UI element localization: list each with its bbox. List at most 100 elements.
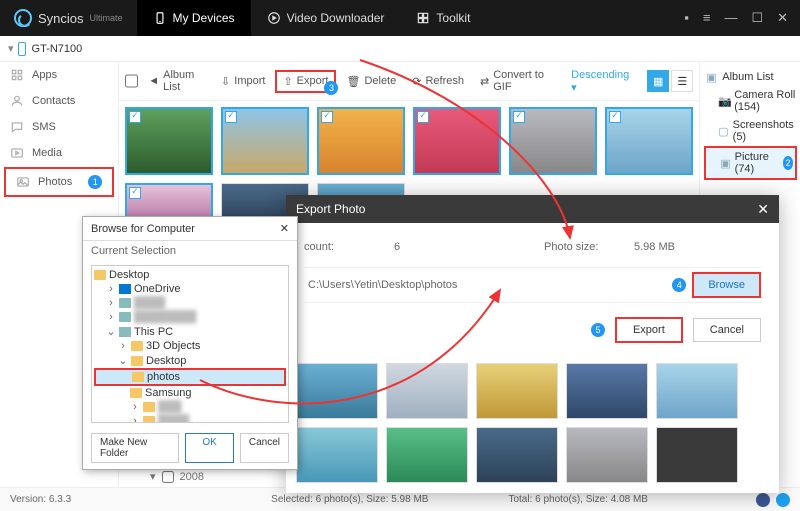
album-picture[interactable]: ▣ Picture (74) 2 — [704, 146, 797, 180]
expand-icon[interactable]: › — [106, 283, 116, 295]
photo-thumbnail[interactable] — [566, 363, 648, 419]
expand-icon[interactable]: › — [130, 415, 140, 423]
menu-icon[interactable]: ≡ — [703, 10, 711, 26]
view-toggles: ▦ ☰ — [647, 70, 693, 92]
folder-icon — [132, 372, 144, 382]
expand-icon[interactable]: › — [106, 297, 116, 309]
tree-photos[interactable]: photos — [94, 368, 286, 386]
album-list-button[interactable]: ◄Album List — [142, 66, 211, 96]
collapse-icon[interactable]: ⌄ — [106, 325, 116, 338]
album-list-header[interactable]: ▣ Album List — [704, 68, 797, 86]
expand-icon[interactable]: › — [130, 401, 140, 413]
browse-dialog: Browse for Computer ✕ Current Selection … — [82, 216, 298, 470]
export-path: C:\Users\Yetin\Desktop\photos — [304, 275, 666, 295]
apps-icon — [10, 68, 24, 82]
photo-thumbnail[interactable] — [125, 107, 213, 175]
browse-button[interactable]: Browse — [692, 272, 761, 298]
window-controls: ▪ ≡ — ☐ ✕ — [672, 10, 800, 26]
tree-3d-objects[interactable]: ›3D Objects — [94, 339, 286, 353]
photo-thumbnail[interactable] — [476, 427, 558, 483]
photo-thumbnail[interactable] — [509, 107, 597, 175]
photo-thumbnail[interactable] — [386, 427, 468, 483]
export-step-badge-5: 5 — [591, 323, 605, 337]
album-camera-roll[interactable]: 📷 Camera Roll (154) — [704, 86, 797, 116]
sidebar-item-apps[interactable]: Apps — [0, 62, 118, 88]
photo-thumbnail[interactable] — [413, 107, 501, 175]
version-label: Version: 6.3.3 — [10, 494, 71, 505]
folder-icon — [130, 388, 142, 398]
delete-button[interactable]: 🗑Delete — [340, 72, 402, 91]
export-button[interactable]: ⇧Export3 — [275, 70, 336, 93]
photo-thumbnail[interactable] — [476, 363, 558, 419]
thumb-checkbox-icon[interactable] — [417, 111, 429, 123]
tab-toolkit[interactable]: Toolkit — [400, 0, 486, 36]
refresh-button[interactable]: ⟳Refresh — [406, 72, 470, 91]
browse-ok-button[interactable]: OK — [185, 433, 233, 463]
count-value: 6 — [394, 241, 454, 253]
sort-select[interactable]: Descending ▾ — [563, 67, 637, 96]
minimize-icon[interactable]: — — [724, 10, 737, 26]
message-icon[interactable]: ▪ — [684, 10, 689, 26]
thumb-checkbox-icon[interactable] — [609, 111, 621, 123]
twitter-icon[interactable] — [776, 493, 790, 507]
tab-my-devices[interactable]: My Devices — [137, 0, 251, 36]
close-icon[interactable]: ✕ — [777, 10, 788, 26]
convert-gif-button[interactable]: ⇄Convert to GIF — [474, 66, 559, 96]
photo-thumbnail[interactable] — [221, 107, 309, 175]
facebook-icon[interactable] — [756, 493, 770, 507]
thumb-checkbox-icon[interactable] — [129, 187, 141, 199]
grid-view-button[interactable]: ▦ — [647, 70, 669, 92]
photo-thumbnail[interactable] — [605, 107, 693, 175]
thumb-checkbox-icon[interactable] — [513, 111, 525, 123]
tree-desktop[interactable]: Desktop — [94, 268, 286, 282]
thumb-checkbox-icon[interactable] — [129, 111, 141, 123]
export-cancel-button[interactable]: Cancel — [693, 318, 761, 342]
browse-dialog-buttons: Make New Folder OK Cancel — [83, 427, 297, 469]
expand-icon[interactable]: › — [118, 340, 128, 352]
tree-this-pc[interactable]: ⌄This PC — [94, 324, 286, 339]
user-icon — [119, 312, 131, 322]
select-all-checkbox[interactable] — [125, 74, 138, 88]
tree-blurred-3[interactable]: ›███ — [94, 400, 286, 414]
phone-icon — [153, 11, 167, 25]
tab-video-downloader[interactable]: Video Downloader — [251, 0, 401, 36]
photo-thumbnail[interactable] — [296, 427, 378, 483]
year-checkbox[interactable] — [162, 471, 174, 483]
make-new-folder-button[interactable]: Make New Folder — [91, 433, 179, 463]
browse-cancel-button[interactable]: Cancel — [240, 433, 289, 463]
photo-thumbnail[interactable] — [317, 107, 405, 175]
export-confirm-button[interactable]: Export — [615, 317, 683, 343]
expand-icon[interactable]: › — [106, 311, 116, 323]
tree-blurred-1[interactable]: ›████ — [94, 296, 286, 310]
chevron-down-icon[interactable]: ▾ — [150, 470, 156, 483]
dialog-header: Export Photo ✕ — [286, 195, 779, 223]
path-badge: 4 — [672, 278, 686, 292]
photo-thumbnail[interactable] — [656, 427, 738, 483]
photo-thumbnail[interactable] — [656, 363, 738, 419]
dialog-close-icon[interactable]: ✕ — [757, 201, 769, 218]
sidebar-item-sms[interactable]: SMS — [0, 114, 118, 140]
grid-icon — [416, 11, 430, 25]
chevron-down-icon[interactable]: ▾ — [8, 42, 14, 55]
tree-blurred-4[interactable]: ›████ — [94, 414, 286, 423]
collapse-icon[interactable]: ⌄ — [118, 354, 128, 367]
sidebar-item-photos[interactable]: Photos 1 — [4, 167, 114, 197]
sidebar-item-contacts[interactable]: Contacts — [0, 88, 118, 114]
back-icon: ◄ — [148, 75, 159, 87]
album-screenshots[interactable]: ▢ Screenshots (5) — [704, 116, 797, 146]
folder-tree[interactable]: Desktop ›OneDrive ›████ ›████████ ⌄This … — [91, 265, 289, 423]
photo-thumbnail[interactable] — [296, 363, 378, 419]
tree-onedrive[interactable]: ›OneDrive — [94, 282, 286, 296]
thumb-checkbox-icon[interactable] — [225, 111, 237, 123]
maximize-icon[interactable]: ☐ — [751, 10, 763, 26]
browse-close-icon[interactable]: ✕ — [280, 222, 289, 235]
thumb-checkbox-icon[interactable] — [321, 111, 333, 123]
tree-blurred-2[interactable]: ›████████ — [94, 310, 286, 324]
list-view-button[interactable]: ☰ — [671, 70, 693, 92]
tree-desktop2[interactable]: ⌄Desktop — [94, 353, 286, 368]
import-button[interactable]: ⇩Import — [215, 72, 271, 91]
photo-thumbnail[interactable] — [566, 427, 648, 483]
photo-thumbnail[interactable] — [386, 363, 468, 419]
tree-samsung[interactable]: Samsung — [94, 386, 286, 400]
sidebar-item-media[interactable]: Media — [0, 140, 118, 166]
